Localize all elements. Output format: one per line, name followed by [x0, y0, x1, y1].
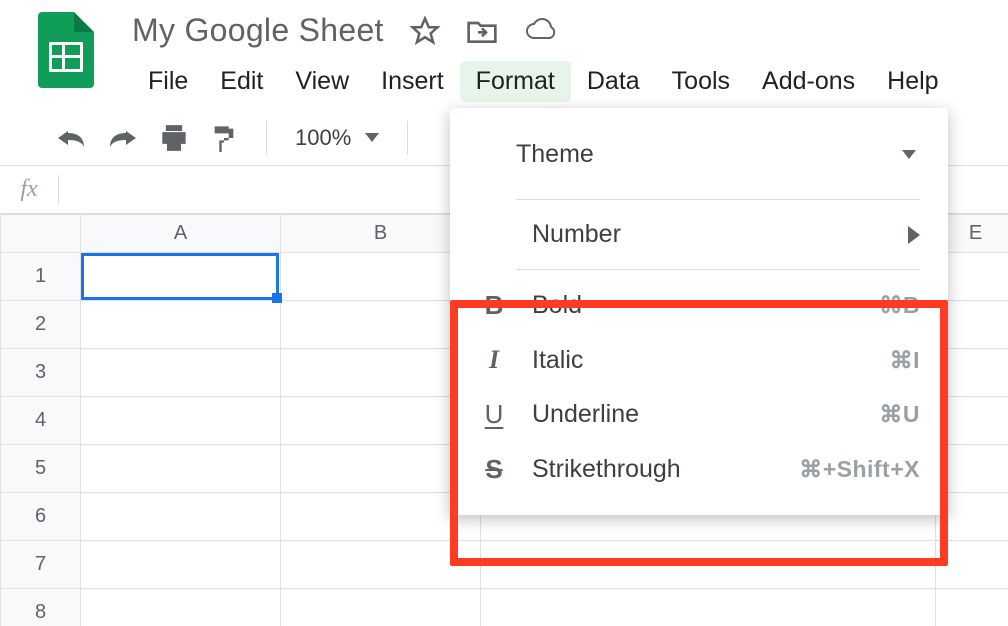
menu-edit[interactable]: Edit	[204, 61, 279, 102]
doc-title[interactable]: My Google Sheet	[132, 12, 384, 49]
star-icon[interactable]	[410, 16, 440, 46]
underline-icon: U	[478, 399, 510, 430]
bold-icon: B	[478, 290, 510, 321]
menu-tools[interactable]: Tools	[656, 61, 746, 102]
zoom-value: 100%	[295, 125, 351, 151]
row-6[interactable]: 6	[1, 493, 81, 541]
menu-theme[interactable]: Theme	[450, 126, 948, 191]
strikethrough-icon: S	[478, 454, 510, 485]
col-A[interactable]: A	[81, 215, 281, 253]
italic-icon: I	[478, 345, 510, 375]
caret-down-icon	[902, 150, 916, 159]
menu-number[interactable]: Number	[450, 208, 948, 261]
caret-down-icon	[365, 133, 379, 142]
header: My Google Sheet File Edit	[0, 0, 1008, 110]
select-all-corner[interactable]	[1, 215, 81, 253]
redo-button[interactable]	[108, 127, 138, 149]
paint-format-button[interactable]	[210, 124, 238, 152]
cell-A1[interactable]	[81, 253, 281, 301]
fx-label: fx	[0, 176, 58, 203]
row-8[interactable]: 8	[1, 589, 81, 626]
move-to-folder-icon[interactable]	[466, 17, 498, 45]
format-dropdown: Theme Number B Bold ⌘B I Italic ⌘I U Und…	[450, 108, 948, 515]
menu-strikethrough[interactable]: S Strikethrough ⌘+Shift+X	[450, 442, 948, 497]
row-3[interactable]: 3	[1, 349, 81, 397]
menu-addons[interactable]: Add-ons	[746, 61, 871, 102]
undo-button[interactable]	[56, 127, 86, 149]
print-button[interactable]	[160, 125, 188, 151]
menu-underline[interactable]: U Underline ⌘U	[450, 387, 948, 442]
cloud-saved-icon[interactable]	[524, 18, 558, 44]
menu-view[interactable]: View	[279, 61, 365, 102]
menu-data[interactable]: Data	[571, 61, 656, 102]
menu-help[interactable]: Help	[871, 61, 954, 102]
row-4[interactable]: 4	[1, 397, 81, 445]
sheets-app-icon[interactable]	[38, 12, 94, 88]
menu-insert[interactable]: Insert	[365, 61, 460, 102]
row-5[interactable]: 5	[1, 445, 81, 493]
row-7[interactable]: 7	[1, 541, 81, 589]
menu-bar: File Edit View Insert Format Data Tools …	[132, 61, 1008, 102]
menu-format[interactable]: Format	[460, 61, 571, 102]
submenu-arrow-icon	[908, 226, 920, 244]
row-1[interactable]: 1	[1, 253, 81, 301]
row-2[interactable]: 2	[1, 301, 81, 349]
menu-italic[interactable]: I Italic ⌘I	[450, 333, 948, 387]
menu-file[interactable]: File	[132, 61, 204, 102]
zoom-select[interactable]: 100%	[295, 125, 379, 151]
menu-bold[interactable]: B Bold ⌘B	[450, 278, 948, 333]
